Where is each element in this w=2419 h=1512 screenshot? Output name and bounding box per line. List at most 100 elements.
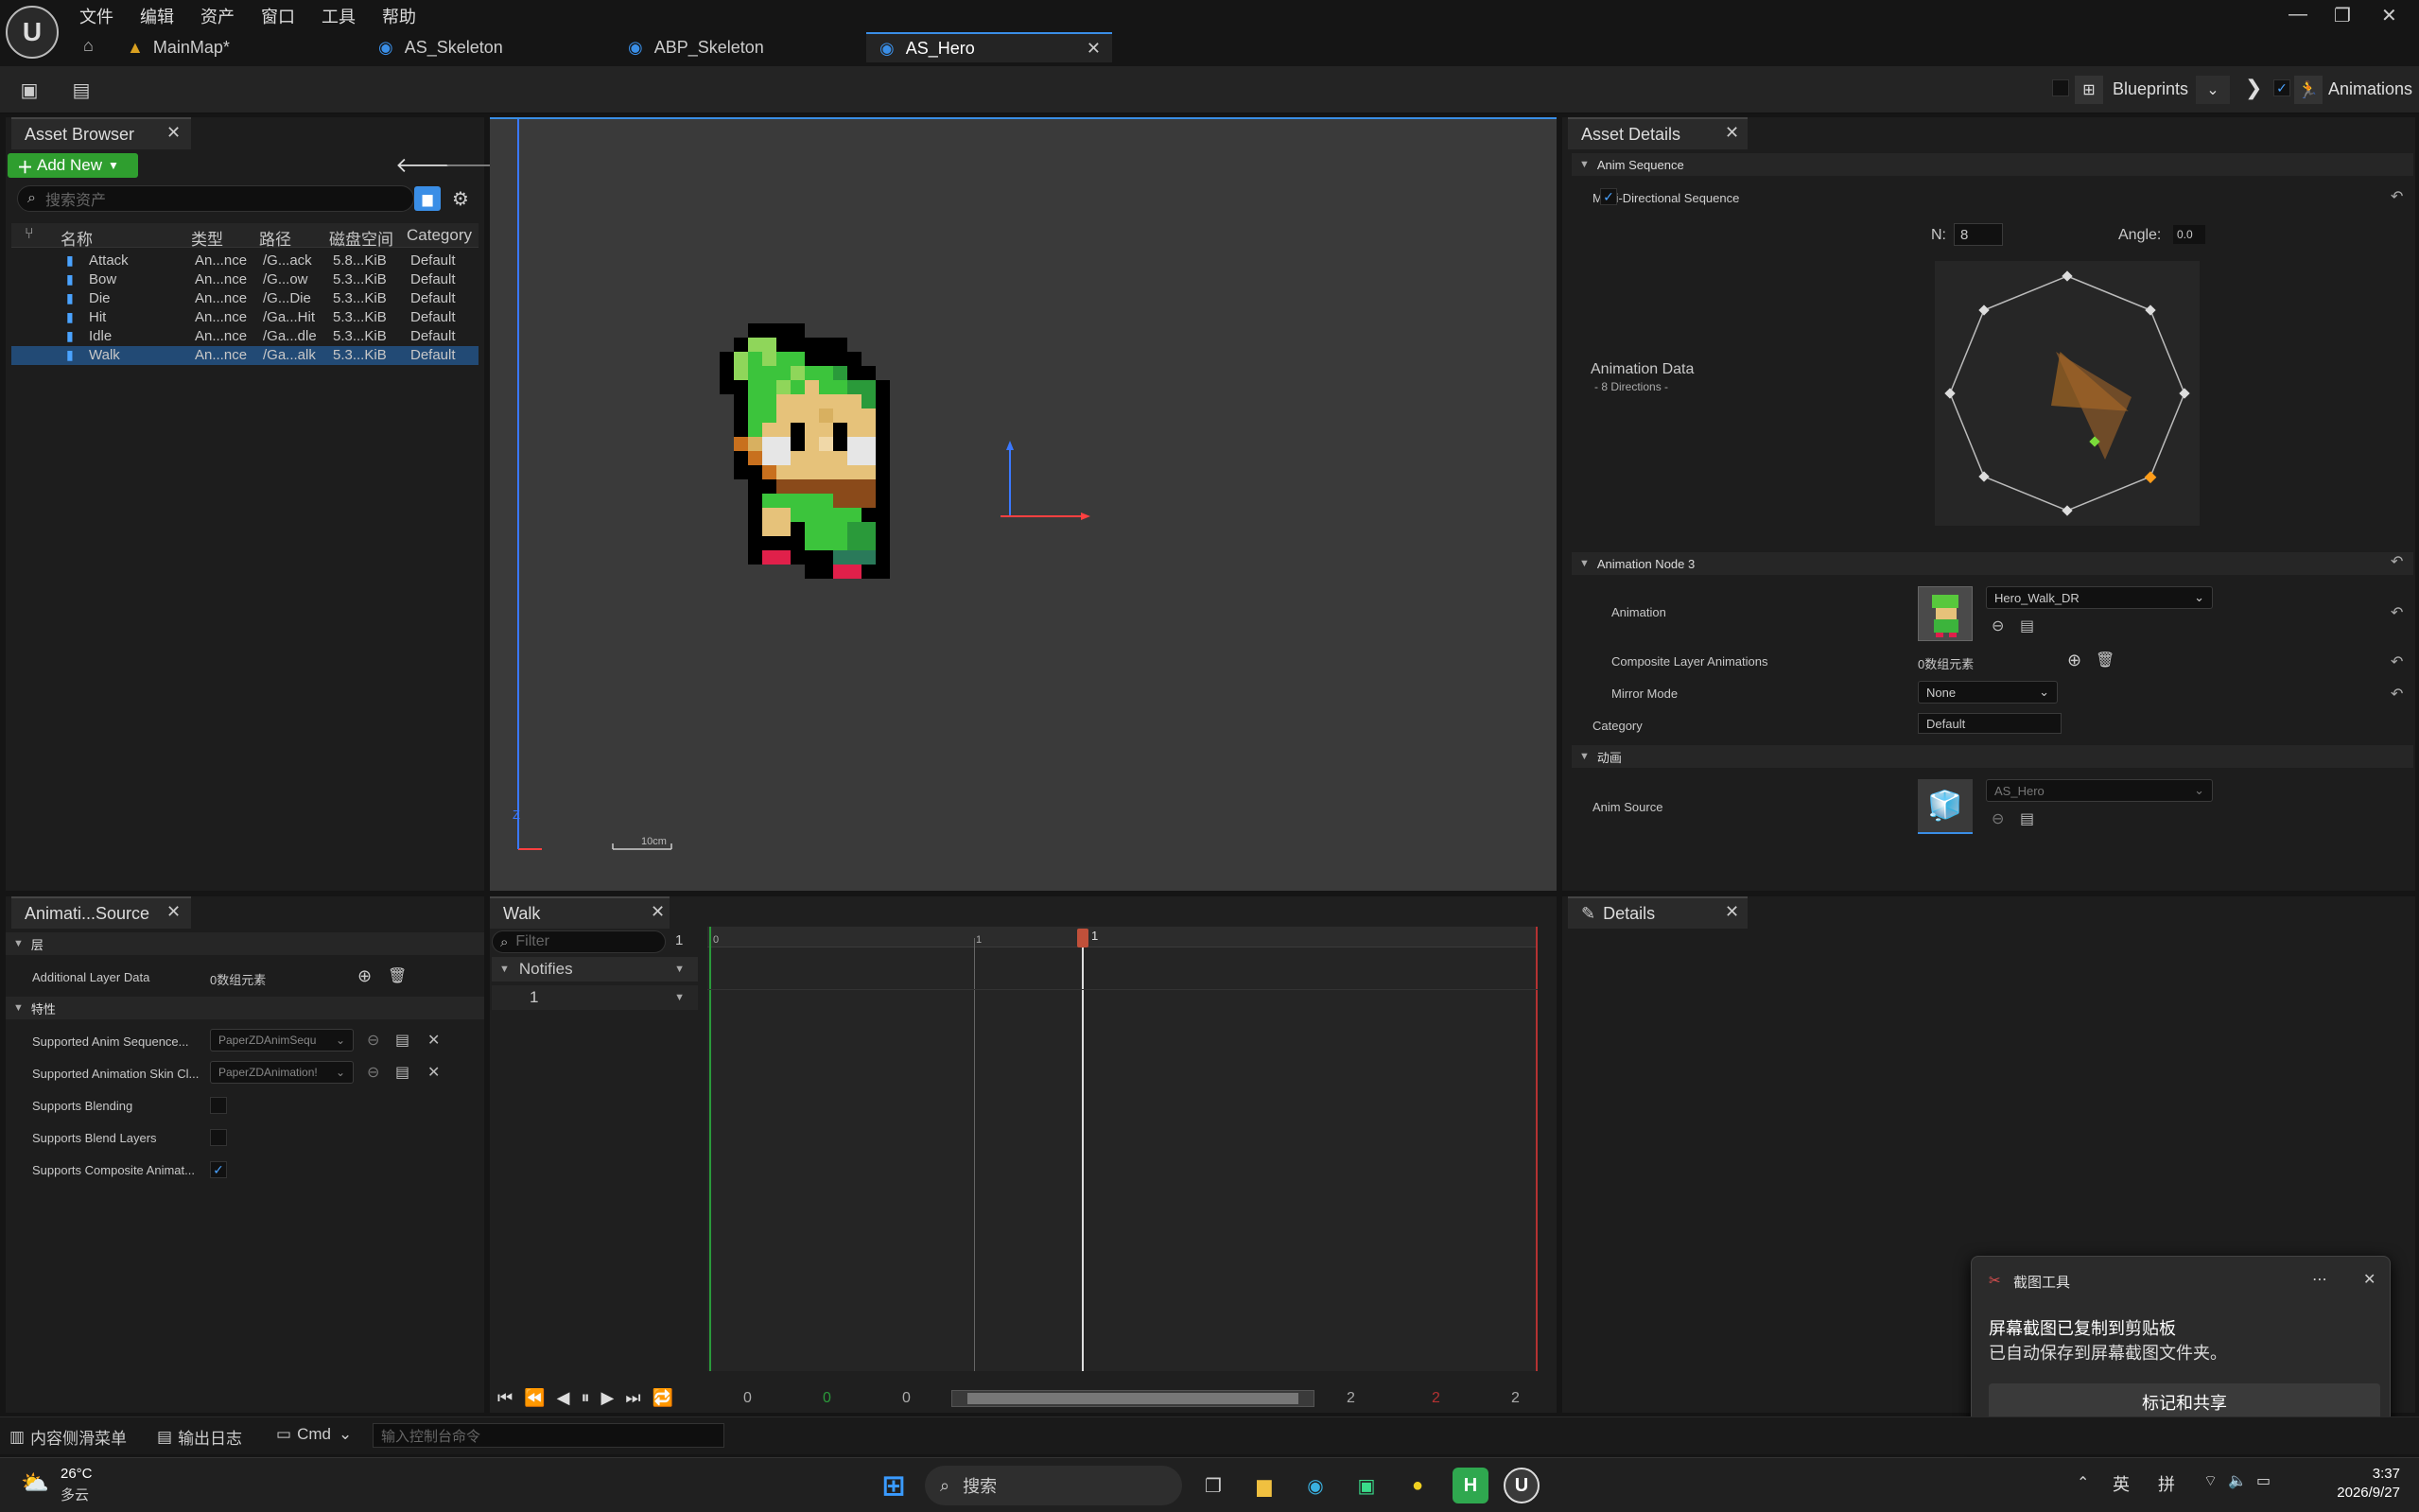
- details-tab[interactable]: ✎ Details: [1568, 896, 1748, 929]
- add-element-icon[interactable]: ⊕: [2067, 651, 2081, 670]
- supported-skin-select[interactable]: PaperZDAnimation! ⌄: [210, 1061, 354, 1084]
- chevron-up-icon[interactable]: ⌃: [2077, 1473, 2089, 1492]
- supports-blend-layers-checkbox[interactable]: [210, 1129, 227, 1146]
- layer-section[interactable]: ▼ 层: [6, 932, 484, 955]
- browse-icon[interactable]: ▤: [2020, 809, 2034, 828]
- anim-source-thumbnail[interactable]: 🧊: [1918, 779, 1973, 834]
- tab-as-skeleton[interactable]: ◉ AS_Skeleton: [365, 32, 601, 62]
- column-path[interactable]: 路径: [259, 226, 291, 250]
- animations-toggle[interactable]: ✓: [2273, 79, 2290, 96]
- anim-sequence-section[interactable]: ▼ Anim Sequence: [1572, 153, 2413, 176]
- edge-icon[interactable]: ◉: [1297, 1468, 1333, 1503]
- close-window-icon[interactable]: ✕: [2381, 4, 2397, 27]
- menu-tools[interactable]: 工具: [322, 4, 356, 28]
- unreal-logo-icon[interactable]: U: [6, 6, 59, 59]
- skip-to-start-icon[interactable]: ⏮: [497, 1388, 513, 1408]
- close-tab-icon[interactable]: ✕: [1087, 39, 1101, 59]
- step-back-icon[interactable]: ⏪: [524, 1388, 545, 1408]
- cmd-selector[interactable]: ▭ Cmd ⌄: [276, 1425, 352, 1444]
- browse-icon[interactable]: ▤: [2020, 617, 2034, 635]
- folder-filter-icon[interactable]: ▆: [414, 186, 441, 211]
- walk-tab[interactable]: Walk: [490, 896, 670, 929]
- playhead-handle[interactable]: [1077, 929, 1088, 947]
- gear-icon[interactable]: ⚙: [448, 186, 473, 211]
- reset-icon[interactable]: ↶: [2391, 603, 2403, 622]
- use-selected-icon[interactable]: ⊖: [1992, 617, 2004, 635]
- blueprints-toggle[interactable]: [2052, 79, 2069, 96]
- terminal-app-icon[interactable]: ▣: [1349, 1468, 1384, 1503]
- play-reverse-icon[interactable]: ◀: [557, 1388, 570, 1408]
- menu-edit[interactable]: 编辑: [140, 4, 174, 28]
- blueprints-mode-label[interactable]: Blueprints: [2113, 79, 2188, 99]
- asset-row[interactable]: ▮ Attack An...nce/G...ack 5.8...KiB Default: [11, 252, 479, 270]
- animation-section[interactable]: ▼ 动画: [1572, 745, 2413, 768]
- range-end-value[interactable]: 2: [1511, 1390, 1520, 1407]
- reset-icon[interactable]: ↶: [2391, 552, 2403, 571]
- loop-icon[interactable]: 🔁: [653, 1388, 673, 1408]
- timeline-filter-field[interactable]: ⌕ Filter: [492, 930, 666, 953]
- animation-thumbnail[interactable]: [1918, 586, 1973, 641]
- asset-search-field[interactable]: ⌕ 搜索资产: [17, 185, 414, 212]
- asset-row[interactable]: ▮ Walk An...nce/Ga...alk 5.3...KiB Default: [11, 346, 479, 365]
- taskbar-search[interactable]: ⌕ 搜索: [925, 1466, 1182, 1505]
- close-panel-icon[interactable]: ✕: [1725, 123, 1739, 143]
- timeline-track-area[interactable]: 0 1 1: [707, 927, 1538, 1371]
- save-icon[interactable]: ▣: [17, 78, 42, 102]
- close-notification-icon[interactable]: ✕: [2363, 1270, 2375, 1289]
- snipping-notification[interactable]: ✂ 截图工具 ⋯ ✕ 屏幕截图已复制到剪贴板 已自动保存到屏幕截图文件夹。 标记…: [1971, 1256, 2391, 1437]
- play-icon[interactable]: ▶: [600, 1388, 614, 1408]
- browse-icon[interactable]: ▤: [395, 1063, 409, 1082]
- supported-seq-select[interactable]: PaperZDAnimSequ ⌄: [210, 1029, 354, 1051]
- asset-row[interactable]: ▮ Idle An...nce/Ga...dle 5.3...KiB Default: [11, 327, 479, 346]
- ime-mode[interactable]: 拼: [2158, 1471, 2175, 1496]
- tab-abp-skeleton[interactable]: ◉ ABP_Skeleton: [615, 32, 861, 62]
- chevron-down-icon[interactable]: ▼: [674, 992, 685, 1003]
- reset-icon[interactable]: ↶: [2391, 652, 2403, 671]
- clear-icon[interactable]: ✕: [427, 1063, 440, 1082]
- tab-mainmap[interactable]: ▲ MainMap*: [113, 32, 350, 62]
- clock-date[interactable]: 2026/9/27: [2306, 1485, 2400, 1501]
- menu-asset[interactable]: 资产: [200, 4, 235, 28]
- reset-icon[interactable]: ↶: [2391, 685, 2403, 704]
- close-panel-icon[interactable]: ✕: [166, 123, 181, 143]
- pause-icon[interactable]: ⏸: [581, 1388, 589, 1408]
- browse-asset-icon[interactable]: ▤: [68, 78, 95, 102]
- mark-and-share-button[interactable]: 标记和共享: [1989, 1383, 2380, 1421]
- close-panel-icon[interactable]: ✕: [166, 902, 181, 922]
- asset-row[interactable]: ▮ Die An...nce/G...Die 5.3...KiB Default: [11, 289, 479, 308]
- weather-icon[interactable]: ⛅: [21, 1469, 49, 1497]
- content-drawer-button[interactable]: ▥ 内容侧滑菜单: [9, 1425, 127, 1449]
- column-name[interactable]: 名称: [61, 226, 93, 250]
- use-selected-icon[interactable]: ⊖: [367, 1031, 379, 1050]
- chevron-down-icon[interactable]: ⌄: [2196, 76, 2230, 104]
- output-log-button[interactable]: ▤ 输出日志: [157, 1425, 242, 1449]
- clock-time[interactable]: 3:37: [2343, 1466, 2400, 1482]
- view-end-value[interactable]: 2: [1347, 1390, 1355, 1407]
- add-new-button[interactable]: ＋ Add New ▼: [8, 153, 138, 178]
- supports-composite-checkbox[interactable]: ✓: [210, 1161, 227, 1178]
- use-selected-icon[interactable]: ⊖: [367, 1063, 379, 1082]
- column-category[interactable]: Category: [407, 226, 472, 245]
- trash-icon[interactable]: 🗑: [388, 966, 407, 985]
- column-type[interactable]: 类型: [191, 226, 223, 250]
- viewport[interactable]: Z 10cm: [490, 117, 1557, 891]
- timeline-scrollbar[interactable]: [951, 1390, 1314, 1407]
- category-input[interactable]: Default: [1918, 713, 2062, 734]
- volume-icon[interactable]: 🔈: [2228, 1471, 2247, 1490]
- scrollbar-thumb[interactable]: [967, 1393, 1298, 1404]
- back-arrow-icon[interactable]: 🡐: [395, 153, 451, 178]
- animation-node-section[interactable]: ▼ Animation Node 3: [1572, 552, 2413, 575]
- home-icon[interactable]: ⌂: [83, 36, 94, 56]
- animations-mode-label[interactable]: Animations: [2328, 79, 2412, 99]
- view-start-value[interactable]: 0: [902, 1390, 911, 1407]
- asset-browser-tab[interactable]: Asset Browser: [11, 117, 191, 149]
- use-selected-icon[interactable]: ⊖: [1992, 809, 2004, 828]
- properties-section[interactable]: ▼ 特性: [6, 997, 484, 1019]
- animation-select[interactable]: Hero_Walk_DR ⌄: [1986, 586, 2213, 609]
- close-panel-icon[interactable]: ✕: [1725, 902, 1739, 922]
- console-input[interactable]: 输入控制台命令: [373, 1423, 724, 1448]
- close-panel-icon[interactable]: ✕: [651, 902, 665, 922]
- column-disk-size[interactable]: 磁盘空间: [329, 226, 393, 250]
- menu-file[interactable]: 文件: [79, 4, 113, 28]
- menu-help[interactable]: 帮助: [382, 4, 416, 28]
